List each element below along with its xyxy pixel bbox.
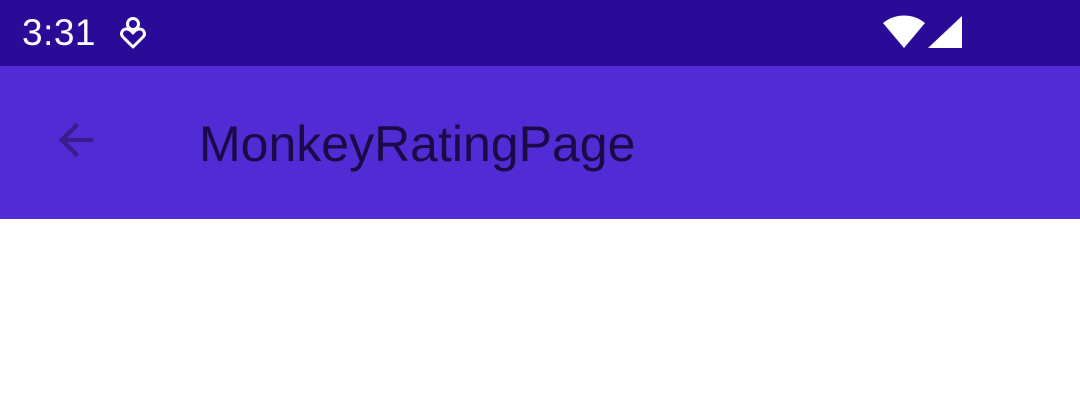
cell-signal-icon: [927, 15, 963, 49]
app-notification-icon: [118, 16, 148, 50]
page-title: MonkeyRatingPage: [199, 116, 636, 172]
arrow-back-icon: [50, 114, 102, 171]
status-bar: 3:31: [0, 0, 1080, 66]
wifi-icon: [882, 14, 926, 50]
app-bar: MonkeyRatingPage: [0, 66, 1080, 219]
page-content: [0, 219, 1080, 405]
status-time: 3:31: [22, 12, 97, 53]
back-button[interactable]: [30, 96, 122, 188]
